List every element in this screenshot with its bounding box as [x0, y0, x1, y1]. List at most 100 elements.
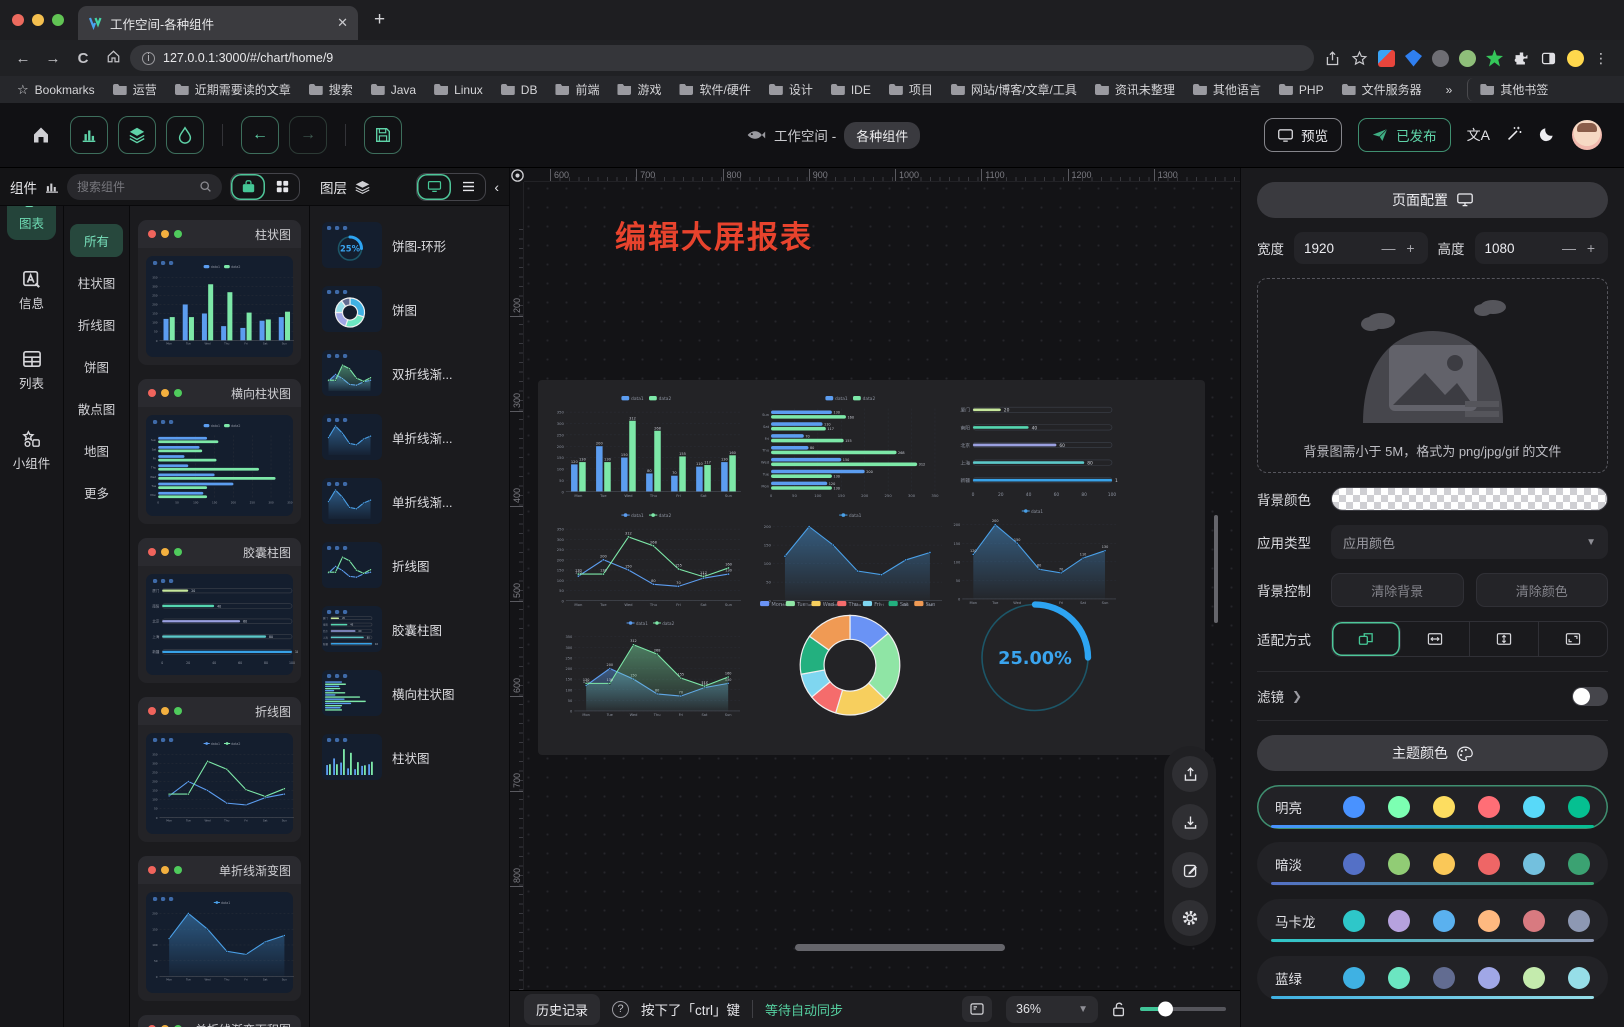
extension-badge-icon[interactable]: [1378, 50, 1395, 67]
edit-button[interactable]: [1172, 852, 1208, 888]
fit-width-option[interactable]: [1401, 622, 1470, 656]
component-card[interactable]: 胶囊柱图 厦门20南阳40北京60上海80新疆100020406080100: [138, 538, 301, 683]
lock-icon[interactable]: [1112, 1001, 1126, 1017]
collapse-panel-icon[interactable]: ‹: [494, 179, 499, 195]
layer-item[interactable]: 25% 饼图-环形: [318, 218, 501, 272]
add-decoration-button[interactable]: [166, 116, 204, 154]
bookmark-item[interactable]: 搜索: [302, 78, 360, 101]
bookmark-item[interactable]: PHP: [1272, 80, 1331, 100]
undo-button[interactable]: ←: [241, 116, 279, 154]
bg-color-swatch[interactable]: [1331, 487, 1608, 511]
category-item[interactable]: 所有: [70, 224, 123, 257]
bar-chart[interactable]: data1data2050100150200250300350120200150…: [553, 393, 745, 501]
user-avatar[interactable]: [1572, 120, 1602, 150]
background-upload-dropzone[interactable]: 背景图需小于 5M，格式为 png/jpg/gif 的文件: [1257, 278, 1608, 473]
extension-green-icon[interactable]: [1459, 50, 1476, 67]
dashboard-preview[interactable]: data1data2050100150200250300350120200150…: [538, 380, 1205, 755]
close-window-button[interactable]: [12, 14, 24, 26]
bookmark-star-icon[interactable]: [1351, 50, 1368, 67]
chevron-right-icon[interactable]: ❯: [1292, 689, 1302, 703]
theme-color-button[interactable]: 主题颜色: [1257, 735, 1608, 771]
magic-wand-icon[interactable]: [1506, 125, 1523, 146]
component-card[interactable]: 单折线渐变图 data1050100150200MonTueWedThuFriS…: [138, 856, 301, 1001]
add-chart-button[interactable]: [70, 116, 108, 154]
bookmark-item[interactable]: Linux: [427, 80, 490, 100]
width-value[interactable]: 1920: [1304, 241, 1374, 256]
layer-item[interactable]: 厦门20南阳40北京60上海80新疆100 胶囊柱图: [318, 602, 501, 656]
height-value[interactable]: 1080: [1485, 241, 1555, 256]
sidebar-icon[interactable]: [1540, 50, 1557, 67]
import-button[interactable]: [1172, 804, 1208, 840]
component-card[interactable]: 横向柱状图 data1data2050100150200250300350Mon…: [138, 379, 301, 524]
bookmark-item[interactable]: 运营: [106, 78, 164, 101]
site-info-icon[interactable]: i: [142, 52, 155, 65]
progress-ring-chart[interactable]: 25.00%: [976, 595, 1094, 717]
ruler-toggle-eye-icon[interactable]: [510, 168, 525, 188]
height-decrease-button[interactable]: —: [1562, 240, 1576, 256]
share-icon[interactable]: [1324, 50, 1341, 67]
bookmark-item[interactable]: 软件/硬件: [672, 78, 757, 101]
layer-thumb-view-toggle[interactable]: [417, 174, 451, 200]
bookmark-item[interactable]: 资讯未整理: [1088, 78, 1182, 101]
browser-menu-icon[interactable]: ⋮: [1594, 50, 1608, 67]
extension-star-icon[interactable]: [1486, 50, 1503, 67]
donut-pie-chart[interactable]: MonTueWedThuFriSatSun: [740, 598, 960, 718]
search-input[interactable]: [77, 180, 193, 194]
export-button[interactable]: [1172, 756, 1208, 792]
minimize-window-button[interactable]: [32, 14, 44, 26]
theme-row[interactable]: 暗淡: [1257, 842, 1608, 886]
history-button[interactable]: 历史记录: [524, 994, 600, 1025]
rail-item-list[interactable]: 列表: [7, 342, 56, 400]
back-icon[interactable]: ←: [10, 50, 36, 67]
workspace-badge[interactable]: 各种组件: [844, 122, 920, 149]
bookmark-item[interactable]: 设计: [762, 78, 820, 101]
width-increase-button[interactable]: +: [1404, 240, 1418, 256]
bookmark-item[interactable]: Java: [364, 80, 423, 100]
rail-item-info[interactable]: 信息: [7, 262, 56, 320]
close-tab-icon[interactable]: ✕: [337, 15, 348, 31]
theme-row[interactable]: 马卡龙: [1257, 899, 1608, 943]
category-item[interactable]: 饼图: [70, 350, 123, 383]
gradient-area-chart[interactable]: data10501001502001202001508070110130MonT…: [950, 506, 1120, 608]
theme-row[interactable]: 明亮: [1257, 785, 1608, 829]
width-stepper[interactable]: 1920 — +: [1294, 232, 1428, 264]
width-decrease-button[interactable]: —: [1382, 240, 1396, 256]
vertical-scrollbar[interactable]: [1214, 515, 1218, 623]
fit-height-option[interactable]: [1470, 622, 1539, 656]
layer-item[interactable]: 柱状图: [318, 730, 501, 784]
layer-item[interactable]: 单折线渐...: [318, 474, 501, 528]
category-item[interactable]: 散点图: [70, 392, 123, 425]
layer-item[interactable]: 双折线渐...: [318, 346, 501, 400]
extensions-puzzle-icon[interactable]: [1513, 50, 1530, 67]
bookmark-item[interactable]: 前端: [548, 78, 606, 101]
component-card[interactable]: 单折线渐变面积图 data1050100150200MonTueWedThuFr…: [138, 1015, 301, 1027]
rail-item-widgets[interactable]: 小组件: [7, 422, 56, 480]
bottom-panel-toggle[interactable]: [962, 996, 992, 1022]
profile-avatar-icon[interactable]: [1567, 50, 1584, 67]
bookmark-item[interactable]: IDE: [824, 80, 878, 100]
new-tab-button[interactable]: +: [374, 9, 385, 31]
double-line-chart[interactable]: data1data2050100150200250300350120200150…: [553, 510, 745, 610]
grid-view-toggle[interactable]: [265, 174, 299, 200]
page-config-button[interactable]: 页面配置: [1257, 182, 1608, 218]
extension-gray-icon[interactable]: [1432, 50, 1449, 67]
clear-background-button[interactable]: 清除背景: [1331, 573, 1464, 607]
layer-item[interactable]: 饼图: [318, 282, 501, 336]
home-icon[interactable]: [100, 49, 126, 68]
component-card[interactable]: 折线图 data1data2050100150200250300350MonTu…: [138, 697, 301, 842]
bookmark-item[interactable]: 网站/博客/文章/工具: [944, 78, 1084, 101]
bookmark-item[interactable]: »: [1433, 80, 1460, 100]
publish-button[interactable]: 已发布: [1358, 118, 1451, 152]
bookmark-item[interactable]: 游戏: [610, 78, 668, 101]
category-item[interactable]: 折线图: [70, 308, 123, 341]
maximize-window-button[interactable]: [52, 14, 64, 26]
bookmark-item[interactable]: 其他语言: [1186, 78, 1268, 101]
bookmark-item[interactable]: 近期需要读的文章: [168, 78, 298, 101]
save-button[interactable]: [364, 116, 402, 154]
layer-item[interactable]: 横向柱状图: [318, 666, 501, 720]
zoom-select[interactable]: 36%▼: [1006, 996, 1098, 1023]
double-gradient-area-chart[interactable]: data1data2050100150200250300350120200150…: [562, 618, 744, 720]
horizontal-scrollbar[interactable]: [795, 944, 1005, 951]
layer-item[interactable]: 单折线渐...: [318, 410, 501, 464]
component-card[interactable]: 柱状图 data1data2050100150200250300350MonTu…: [138, 220, 301, 365]
